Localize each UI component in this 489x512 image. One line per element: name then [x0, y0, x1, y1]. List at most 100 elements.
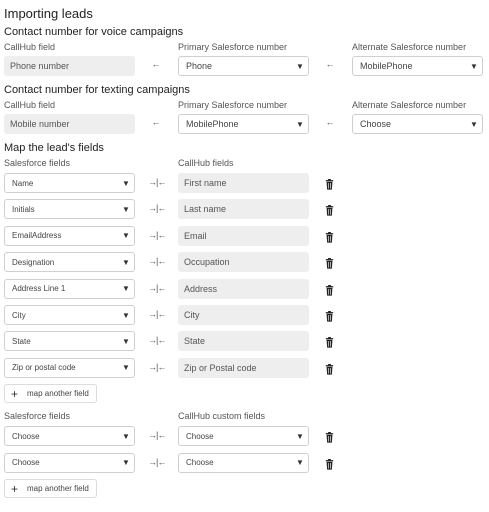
voice-alternate-select[interactable]: MobilePhone ▼: [352, 56, 483, 76]
mapping-callhub-value: First name: [184, 178, 227, 188]
custom-salesforce-select[interactable]: Choose ▼: [4, 426, 135, 446]
page-title: Importing leads: [4, 6, 93, 21]
caret-down-icon: ▼: [122, 204, 130, 214]
caret-down-icon: ▼: [122, 284, 130, 294]
map-arrows-icon: →|←: [148, 256, 166, 267]
texting-alternate-value: Choose: [360, 119, 392, 129]
plus-icon: +: [11, 386, 19, 401]
trash-icon[interactable]: [324, 309, 335, 327]
voice-primary-value: Phone: [186, 61, 213, 71]
mapping-salesforce-value: State: [12, 336, 31, 346]
caret-down-icon: ▼: [122, 431, 130, 441]
caret-down-icon: ▼: [122, 178, 130, 188]
mapping-salesforce-select[interactable]: Initials ▼: [4, 199, 135, 220]
trash-icon[interactable]: [324, 230, 335, 248]
texting-section-heading: Contact number for texting campaigns: [4, 84, 190, 96]
trash-icon[interactable]: [324, 457, 335, 475]
caret-down-icon: ▼: [122, 363, 130, 373]
mapping-salesforce-select[interactable]: Designation ▼: [4, 252, 135, 273]
caret-down-icon: ▼: [122, 231, 130, 241]
plus-icon: +: [11, 481, 19, 496]
caret-down-icon: ▼: [296, 119, 304, 129]
voice-primary-label: Primary Salesforce number: [178, 42, 288, 52]
mapping-callhub-field: Email: [178, 225, 309, 246]
texting-primary-select[interactable]: MobilePhone ▼: [178, 114, 309, 134]
caret-down-icon: ▼: [122, 310, 130, 320]
left-arrow-icon: ←: [325, 117, 335, 127]
mapping-callhub-field: State: [178, 331, 309, 352]
custom-salesforce-label: Salesforce fields: [4, 411, 71, 421]
trash-icon[interactable]: [324, 430, 335, 448]
voice-callhub-field-label: CallHub field: [4, 42, 56, 52]
custom-salesforce-value: Choose: [12, 458, 40, 467]
caret-down-icon: ▼: [470, 61, 478, 71]
map-another-field-button[interactable]: + map another field: [4, 384, 97, 403]
map-arrows-icon: →|←: [148, 309, 166, 319]
trash-icon[interactable]: [324, 256, 335, 274]
custom-callhub-value: Choose: [186, 431, 214, 441]
texting-alternate-label: Alternate Salesforce number: [352, 100, 467, 110]
map-arrows-icon: →|←: [148, 177, 166, 187]
custom-map-another-field-button[interactable]: + map another field: [4, 479, 97, 498]
voice-alternate-value: MobilePhone: [360, 61, 413, 71]
custom-callhub-label: CallHub custom fields: [178, 411, 266, 421]
mapping-salesforce-select[interactable]: EmailAddress ▼: [4, 225, 135, 246]
mapping-salesforce-value: Designation: [12, 257, 55, 267]
caret-down-icon: ▼: [122, 458, 130, 467]
mapping-salesforce-select[interactable]: State ▼: [4, 331, 135, 352]
left-arrow-icon: ←: [325, 59, 335, 69]
caret-down-icon: ▼: [470, 119, 478, 129]
map-arrows-icon: →|←: [148, 430, 166, 440]
mapping-callhub-field: City: [178, 305, 309, 325]
mapping-salesforce-select[interactable]: Address Line 1 ▼: [4, 278, 135, 299]
caret-down-icon: ▼: [122, 336, 130, 346]
left-arrow-icon: ←: [151, 59, 161, 69]
trash-icon[interactable]: [324, 362, 335, 380]
map-arrows-icon: →|←: [148, 361, 166, 372]
texting-callhub-field-label: CallHub field: [4, 100, 56, 110]
trash-icon[interactable]: [324, 203, 335, 221]
mapping-callhub-value: Last name: [184, 204, 227, 215]
mapping-callhub-value: Email: [184, 230, 207, 241]
mapping-salesforce-value: Name: [12, 178, 34, 188]
texting-primary-value: MobilePhone: [186, 119, 239, 129]
caret-down-icon: ▼: [296, 458, 304, 467]
custom-callhub-select[interactable]: Choose ▼: [178, 452, 309, 473]
left-arrow-icon: ←: [151, 117, 161, 127]
mapping-callhub-field: Address: [178, 278, 309, 299]
voice-alternate-label: Alternate Salesforce number: [352, 42, 467, 52]
mapping-callhub-value: Address: [184, 283, 218, 294]
mapping-salesforce-select[interactable]: Name ▼: [4, 173, 135, 193]
mapping-section-heading: Map the lead's fields: [4, 142, 104, 154]
mapping-salesforce-value: City: [12, 310, 26, 320]
mapping-salesforce-select[interactable]: Zip or postal code ▼: [4, 357, 135, 378]
mapping-callhub-value: Zip or Postal code: [184, 362, 257, 373]
caret-down-icon: ▼: [296, 61, 304, 71]
voice-section-heading: Contact number for voice campaigns: [4, 26, 184, 38]
texting-callhub-field: Mobile number: [4, 114, 135, 134]
map-arrows-icon: →|←: [148, 282, 166, 293]
caret-down-icon: ▼: [296, 431, 304, 441]
voice-primary-select[interactable]: Phone ▼: [178, 56, 309, 76]
mapping-callhub-field: Last name: [178, 199, 309, 220]
map-arrows-icon: →|←: [148, 203, 166, 214]
mapping-salesforce-select[interactable]: City ▼: [4, 305, 135, 325]
trash-icon[interactable]: [324, 177, 335, 195]
trash-icon[interactable]: [324, 283, 335, 301]
map-arrows-icon: →|←: [148, 335, 166, 346]
custom-callhub-value: Choose: [186, 458, 214, 467]
texting-alternate-select[interactable]: Choose ▼: [352, 114, 483, 134]
mapping-callhub-field: Occupation: [178, 252, 309, 273]
mapping-callhub-value: City: [184, 310, 200, 320]
custom-map-another-field-label: map another field: [27, 484, 89, 493]
custom-salesforce-select[interactable]: Choose ▼: [4, 452, 135, 473]
custom-callhub-select[interactable]: Choose ▼: [178, 426, 309, 446]
map-arrows-icon: →|←: [148, 229, 166, 240]
texting-callhub-field-value: Mobile number: [10, 119, 70, 129]
texting-primary-label: Primary Salesforce number: [178, 100, 288, 110]
map-another-field-label: map another field: [27, 389, 89, 398]
mapping-salesforce-label: Salesforce fields: [4, 158, 71, 168]
mapping-salesforce-value: EmailAddress: [12, 231, 62, 241]
trash-icon[interactable]: [324, 335, 335, 353]
mapping-callhub-field: Zip or Postal code: [178, 357, 309, 378]
